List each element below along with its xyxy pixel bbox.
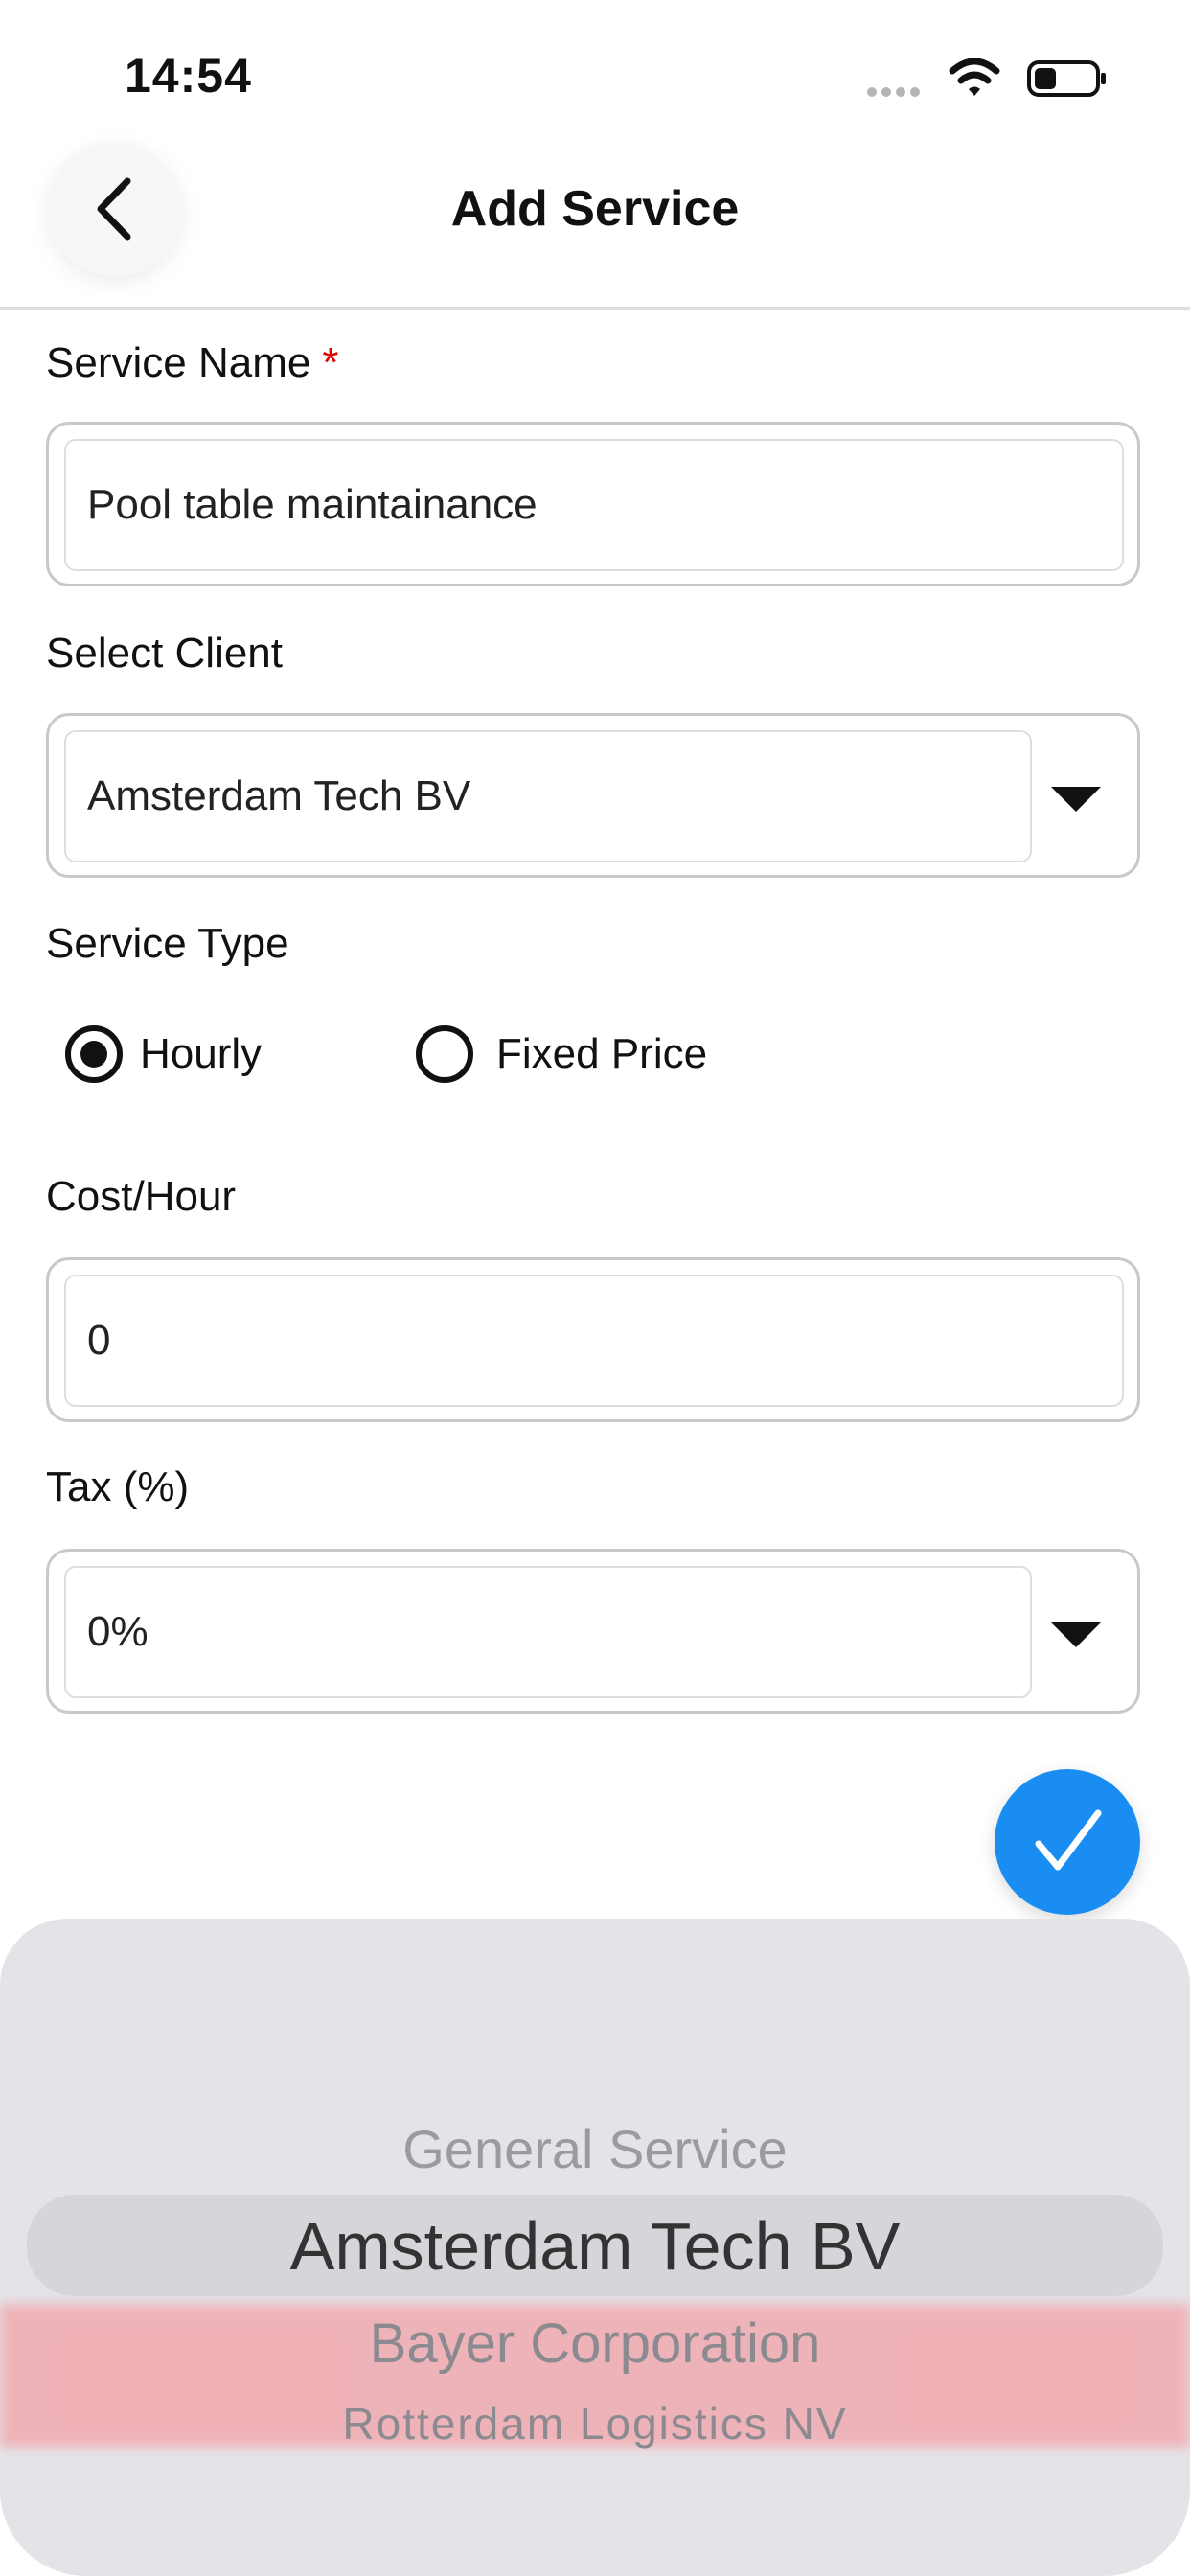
service-name-label-text: Service Name bbox=[46, 339, 311, 386]
radio-unselected-icon[interactable] bbox=[416, 1025, 473, 1083]
service-name-field[interactable]: Pool table maintainance bbox=[46, 422, 1140, 586]
client-select-value[interactable]: Amsterdam Tech BV bbox=[64, 730, 1032, 862]
picker-item[interactable]: Rotterdam Logistics NV bbox=[0, 2398, 1190, 2450]
cost-hour-input[interactable]: 0 bbox=[64, 1275, 1124, 1407]
cost-hour-field[interactable]: 0 bbox=[46, 1257, 1140, 1422]
wifi-icon bbox=[949, 58, 1000, 96]
service-type-label: Service Type bbox=[46, 920, 289, 967]
dropdown-caret-icon[interactable] bbox=[1051, 787, 1101, 812]
checkmark-icon bbox=[1035, 1809, 1102, 1871]
tax-label: Tax (%) bbox=[46, 1463, 190, 1510]
cost-hour-label: Cost/Hour bbox=[46, 1173, 237, 1220]
picker-item-selected[interactable]: Amsterdam Tech BV bbox=[0, 2208, 1190, 2285]
save-button[interactable] bbox=[995, 1769, 1140, 1915]
radio-selected-icon[interactable] bbox=[65, 1025, 123, 1083]
client-picker-sheet[interactable]: General Service Amsterdam Tech BV Bayer … bbox=[0, 1919, 1190, 2576]
picker-item[interactable]: General Service bbox=[0, 2118, 1190, 2180]
required-marker: * bbox=[322, 339, 339, 386]
hourly-label: Hourly bbox=[140, 1030, 263, 1077]
service-type-fixed-price-option[interactable]: Fixed Price bbox=[416, 1020, 707, 1089]
cellular-signal-icon bbox=[867, 84, 925, 102]
battery-icon bbox=[1027, 60, 1106, 97]
select-client-label: Select Client bbox=[46, 630, 284, 677]
service-type-hourly-option[interactable]: Hourly bbox=[65, 1020, 262, 1089]
tax-select[interactable]: 0% bbox=[46, 1549, 1140, 1714]
header-divider bbox=[0, 307, 1190, 310]
dropdown-caret-icon[interactable] bbox=[1051, 1622, 1101, 1647]
status-time: 14:54 bbox=[125, 49, 252, 103]
fixed-price-label: Fixed Price bbox=[496, 1030, 708, 1077]
page-title: Add Service bbox=[450, 181, 740, 237]
picker-item[interactable]: Bayer Corporation bbox=[0, 2312, 1190, 2376]
service-name-input[interactable]: Pool table maintainance bbox=[64, 439, 1124, 571]
client-select[interactable]: Amsterdam Tech BV bbox=[46, 713, 1140, 878]
tax-select-value[interactable]: 0% bbox=[64, 1566, 1032, 1698]
service-name-label: Service Name * bbox=[46, 339, 338, 387]
